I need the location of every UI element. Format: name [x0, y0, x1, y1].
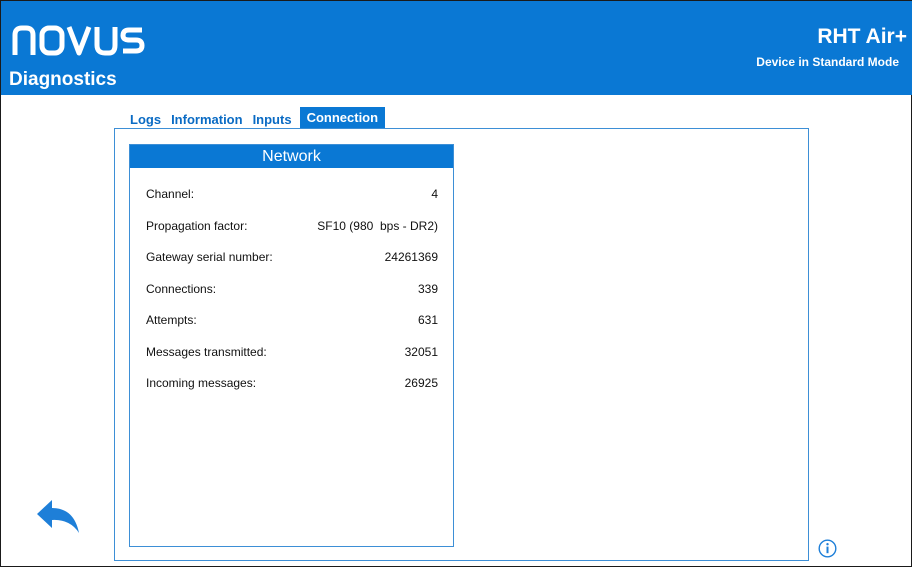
row-label: Incoming messages: — [146, 376, 257, 390]
row-value: 32051 — [404, 344, 438, 359]
network-row-messages-transmitted: Messages transmitted: 32051 — [146, 345, 438, 377]
network-row-propagation-factor: Propagation factor: SF10 (980 bps - DR2) — [146, 219, 438, 251]
row-label: Connections: — [146, 281, 217, 296]
row-label: Attempts: — [146, 313, 197, 327]
row-value: 24261369 — [384, 250, 438, 264]
row-label: Propagation factor: — [146, 218, 248, 233]
network-title: Network — [130, 145, 453, 168]
row-label: Channel: — [146, 187, 195, 201]
row-value: 4 — [431, 187, 438, 201]
network-row-gateway-serial: Gateway serial number: 24261369 — [146, 250, 438, 282]
row-value: 26925 — [404, 376, 438, 390]
network-row-channel: Channel: 4 — [146, 187, 438, 219]
row-value: 339 — [417, 281, 438, 296]
app-window: Diagnostics RHT Air+ Device in Standard … — [0, 0, 912, 567]
novus-logo — [12, 25, 145, 56]
row-label: Messages transmitted: — [146, 344, 267, 359]
tab-logs[interactable]: Logs — [125, 108, 166, 129]
device-name: RHT Air+ — [817, 25, 907, 48]
row-label: Gateway serial number: — [146, 250, 273, 264]
info-icon[interactable] — [818, 539, 837, 558]
network-row-attempts: Attempts: 631 — [146, 313, 438, 345]
tab-connection[interactable]: Connection — [299, 107, 386, 129]
tab-inputs[interactable]: Inputs — [248, 108, 297, 129]
row-value: SF10 (980 bps - DR2) — [317, 218, 438, 233]
network-row-connections: Connections: 339 — [146, 282, 438, 314]
network-panel: Network Channel: 4 Propagation factor: S… — [129, 144, 454, 547]
header-bar: Diagnostics RHT Air+ Device in Standard … — [1, 1, 912, 95]
network-rows: Channel: 4 Propagation factor: SF10 (980… — [146, 187, 438, 408]
tab-information[interactable]: Information — [166, 108, 248, 129]
row-value: 631 — [417, 313, 438, 327]
device-mode: Device in Standard Mode — [756, 55, 899, 69]
diagnostics-tabs: Logs Information Inputs Connection — [125, 107, 386, 129]
page-title: Diagnostics — [9, 69, 117, 90]
network-row-incoming-messages: Incoming messages: 26925 — [146, 376, 438, 408]
back-arrow-icon[interactable] — [37, 499, 79, 535]
